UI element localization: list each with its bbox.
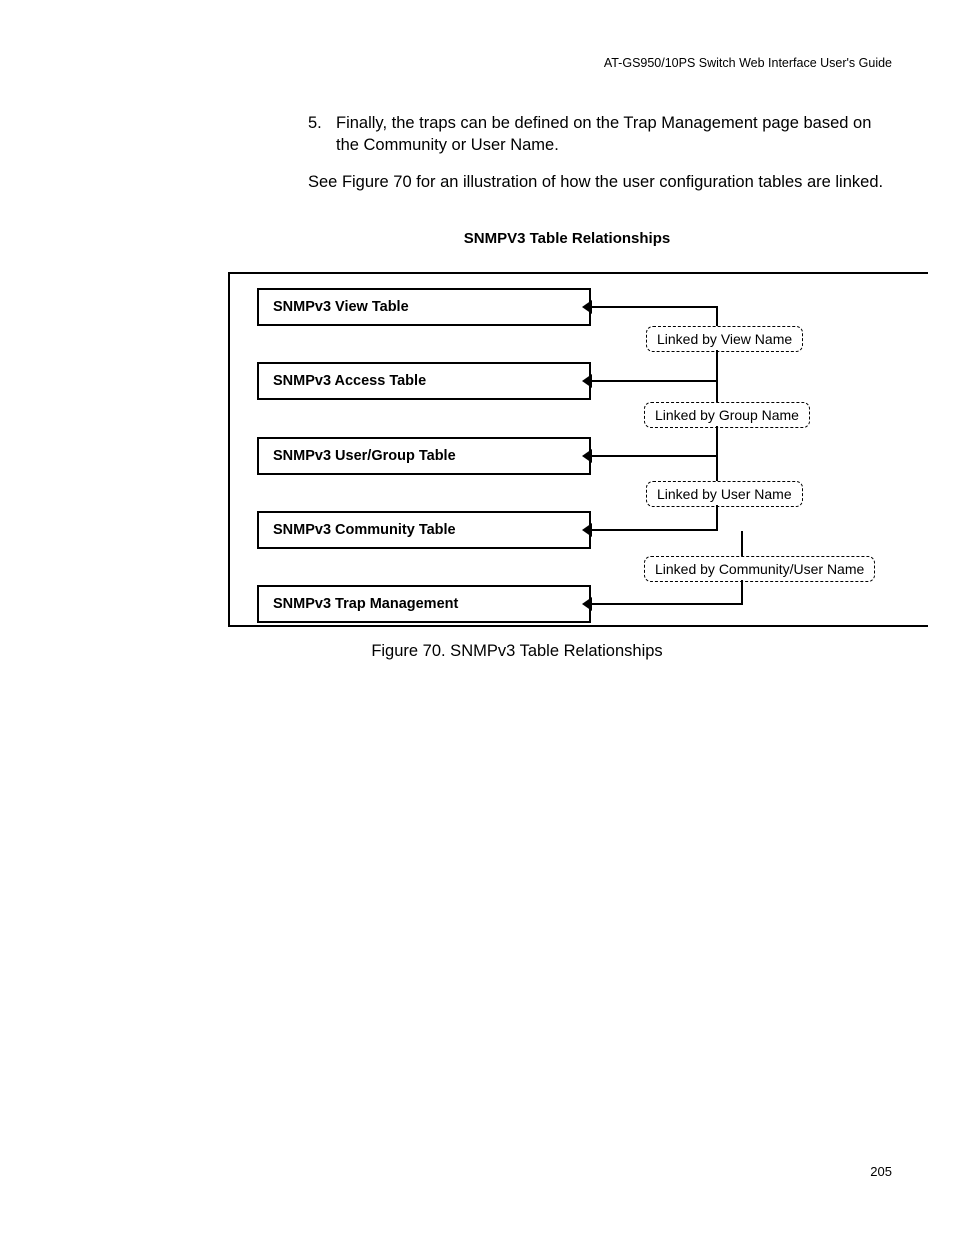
diagram-container: SNMPv3 View Table SNMPv3 Access Table SN… [228, 272, 928, 627]
page-number: 205 [870, 1164, 892, 1179]
reference-paragraph: See Figure 70 for an illustration of how… [308, 171, 890, 193]
community-table-box: SNMPv3 Community Table [257, 511, 591, 549]
diagram-title: SNMPV3 Table Relationships [0, 230, 954, 247]
list-item-step5: 5. Finally, the traps can be defined on … [308, 112, 890, 157]
figure-caption: Figure 70. SNMPv3 Table Relationships [0, 642, 954, 661]
view-table-box: SNMPv3 View Table [257, 288, 591, 326]
link-community-user-name: Linked by Community/User Name [644, 556, 875, 582]
link-view-name: Linked by View Name [646, 326, 803, 352]
access-table-box: SNMPv3 Access Table [257, 362, 591, 400]
trap-table-box: SNMPv3 Trap Management [257, 585, 591, 623]
usergroup-table-box: SNMPv3 User/Group Table [257, 437, 591, 475]
body-content-area: 5. Finally, the traps can be defined on … [308, 112, 890, 213]
list-text: Finally, the traps can be defined on the… [336, 112, 890, 157]
link-group-name: Linked by Group Name [644, 402, 810, 428]
page-header-title: AT-GS950/10PS Switch Web Interface User'… [604, 56, 892, 70]
list-number: 5. [308, 112, 336, 157]
link-user-name: Linked by User Name [646, 481, 803, 507]
